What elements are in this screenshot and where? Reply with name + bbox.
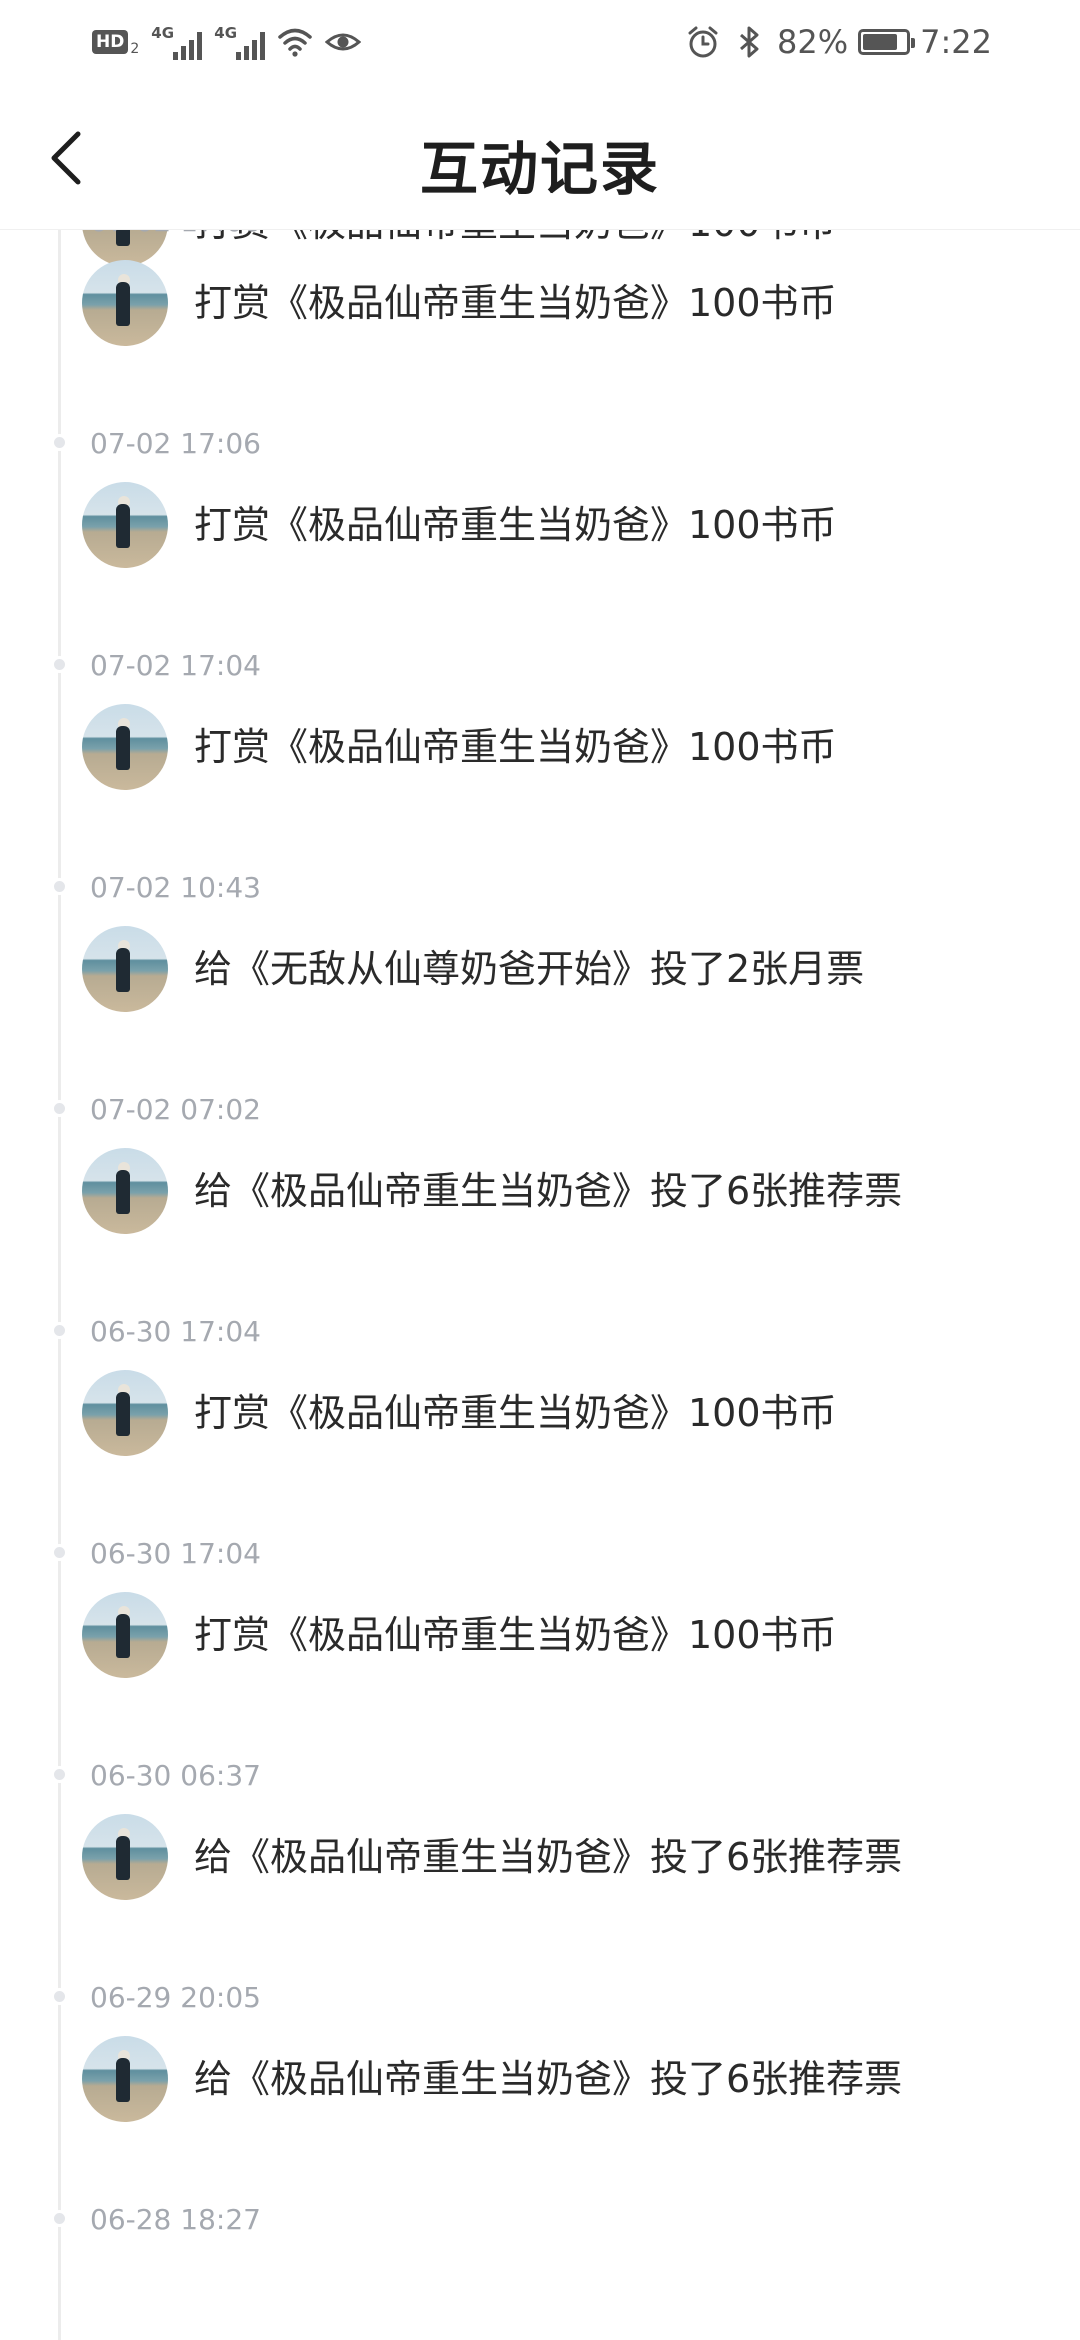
timeline-dot	[51, 1988, 68, 2005]
record-time: 07-02 10:43	[90, 871, 261, 904]
record-time: 07-02 17:06	[90, 230, 261, 240]
avatar-figure	[116, 504, 130, 548]
avatar-figure	[116, 726, 130, 770]
timeline-dot	[51, 1100, 68, 1117]
record-text: 打赏《极品仙帝重生当奶爸》100书币	[194, 503, 837, 547]
timeline-dot	[51, 1544, 68, 1561]
timeline-entry: 06-30 17:04 打赏《极品仙帝重生当奶爸》100书币	[0, 1537, 1080, 1784]
avatar[interactable]	[82, 1370, 168, 1456]
avatar[interactable]	[82, 926, 168, 1012]
sim1-network-label: 4G	[151, 24, 175, 42]
avatar[interactable]	[82, 1148, 168, 1234]
avatar-figure	[116, 1170, 130, 1214]
record-time: 07-02 17:04	[90, 649, 261, 682]
wifi-icon	[278, 28, 313, 57]
avatar-figure	[116, 282, 130, 326]
battery-level	[863, 34, 898, 50]
record-text: 给《极品仙帝重生当奶爸》投了6张推荐票	[194, 2057, 903, 2101]
interaction-timeline[interactable]: 打赏《极品仙帝重生当奶爸》100书币 07-02 17:06 打赏《极品仙帝重生当…	[0, 230, 1080, 2340]
signal-sim1-icon: 4G	[151, 24, 203, 60]
avatar[interactable]	[82, 2036, 168, 2122]
timeline-dot	[51, 1322, 68, 1339]
avatar[interactable]	[82, 1814, 168, 1900]
record-text: 打赏《极品仙帝重生当奶爸》100书币	[194, 281, 837, 325]
timeline-entry: 06-28 18:27	[0, 2203, 1080, 2340]
avatar[interactable]	[82, 1592, 168, 1678]
status-bar-left: HD 2 4G 4G	[92, 20, 362, 64]
battery-icon	[858, 29, 916, 55]
timeline-entry: 06-30 17:04 打赏《极品仙帝重生当奶爸》100书币	[0, 1315, 1080, 1562]
status-bar-right: 82% 7:22	[685, 20, 992, 64]
record-time: 07-02 17:06	[90, 427, 261, 460]
alarm-icon	[688, 26, 718, 58]
avatar-figure	[116, 1392, 130, 1436]
record-text: 打赏《极品仙帝重生当奶爸》100书币	[194, 1613, 837, 1657]
eye-comfort-icon	[325, 33, 362, 51]
timeline-dot	[51, 878, 68, 895]
battery-percent: 82%	[777, 23, 849, 61]
timeline-dot	[51, 434, 68, 451]
page-header: 互动记录	[0, 84, 1080, 230]
bluetooth-icon	[740, 26, 759, 58]
hd-badge-sub: 2	[130, 41, 140, 57]
timeline-entry: 07-02 10:43 给《无敌从仙尊奶爸开始》投了2张月票	[0, 871, 1080, 1118]
timeline-entry: 07-02 17:04 打赏《极品仙帝重生当奶爸》100书币	[0, 649, 1080, 896]
timeline-entry: 07-02 07:02 给《极品仙帝重生当奶爸》投了6张推荐票	[0, 1093, 1080, 1340]
timeline-dot	[51, 2210, 68, 2227]
record-time: 06-29 20:05	[90, 1981, 261, 2014]
record-text: 打赏《极品仙帝重生当奶爸》100书币	[194, 1391, 837, 1435]
avatar[interactable]	[82, 260, 168, 346]
avatar[interactable]	[82, 482, 168, 568]
timeline-entry: 06-30 06:37 给《极品仙帝重生当奶爸》投了6张推荐票	[0, 1759, 1080, 2006]
status-bar: HD 2 4G 4G 82% 7:22	[0, 0, 1080, 84]
timeline-dot	[51, 1766, 68, 1783]
record-time: 06-30 06:37	[90, 1759, 261, 1792]
record-text: 给《极品仙帝重生当奶爸》投了6张推荐票	[194, 1835, 903, 1879]
avatar-figure	[116, 1614, 130, 1658]
signal-sim2-icon: 4G	[214, 24, 266, 60]
timeline-dot	[51, 656, 68, 673]
avatar-figure	[116, 2058, 130, 2102]
hd-badge: HD	[92, 30, 129, 54]
timeline-entry: 06-29 20:05 给《极品仙帝重生当奶爸》投了6张推荐票	[0, 1981, 1080, 2228]
avatar[interactable]	[82, 704, 168, 790]
timeline-entry: 07-02 17:06 打赏《极品仙帝重生当奶爸》100书币	[0, 230, 1080, 452]
record-time: 06-30 17:04	[90, 1315, 261, 1348]
record-text: 打赏《极品仙帝重生当奶爸》100书币	[194, 725, 837, 769]
record-text: 给《无敌从仙尊奶爸开始》投了2张月票	[194, 947, 865, 991]
avatar-figure	[116, 1836, 130, 1880]
record-time: 07-02 07:02	[90, 1093, 261, 1126]
record-text: 给《极品仙帝重生当奶爸》投了6张推荐票	[194, 1169, 903, 1213]
clock: 7:22	[920, 23, 992, 61]
avatar-figure	[116, 948, 130, 992]
record-time: 06-30 17:04	[90, 1537, 261, 1570]
sim2-network-label: 4G	[214, 24, 238, 42]
timeline-entry: 07-02 17:06 打赏《极品仙帝重生当奶爸》100书币	[0, 427, 1080, 674]
page-title: 互动记录	[419, 135, 660, 203]
record-time: 06-28 18:27	[90, 2203, 261, 2236]
